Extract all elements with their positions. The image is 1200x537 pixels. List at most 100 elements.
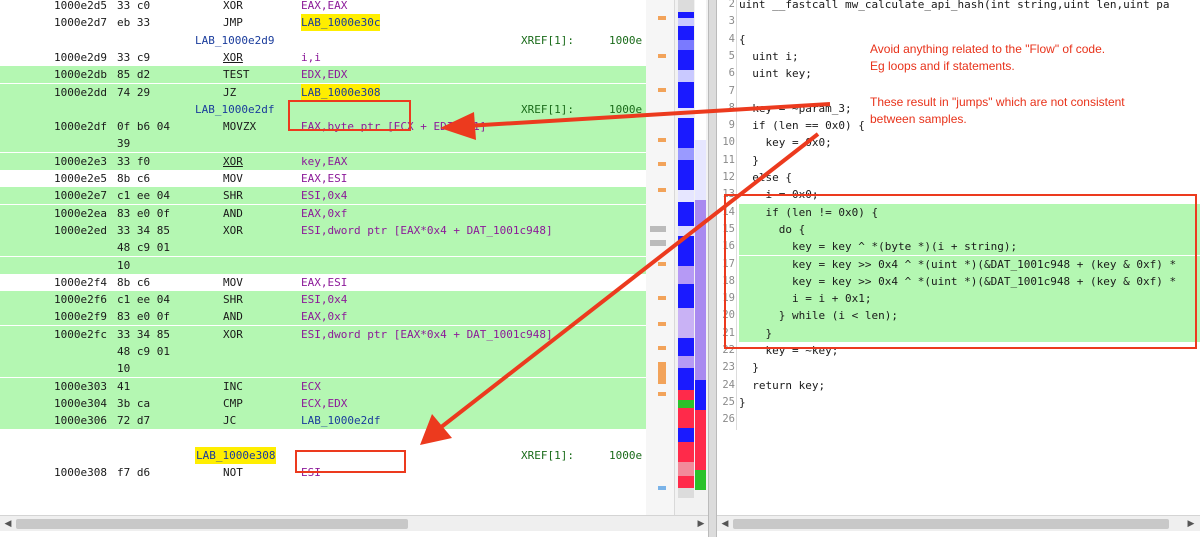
scrollbar-thumb[interactable] <box>16 519 408 529</box>
scroll-right-arrow-icon[interactable]: ▶ <box>696 518 706 530</box>
address: 1000e2fc <box>54 327 107 341</box>
mnemonic: MOV <box>223 275 243 289</box>
overview-segment <box>678 18 694 26</box>
label[interactable]: LAB_1000e2d9 <box>195 32 274 49</box>
instruction-bytes: 74 29 <box>117 85 151 99</box>
code-line[interactable]: } <box>739 394 1200 411</box>
mnemonic: AND <box>223 206 243 220</box>
instruction-bytes: 33 34 85 <box>117 223 170 237</box>
code-line[interactable]: else { <box>739 169 1200 186</box>
code-line[interactable]: return key; <box>739 377 1200 394</box>
instruction-bytes: 8b c6 <box>117 172 151 185</box>
code-line[interactable]: uint __fastcall mw_calculate_api_hash(in… <box>739 0 1200 13</box>
listing-row[interactable]: 10 <box>0 256 646 274</box>
code-line[interactable]: } <box>739 359 1200 376</box>
address: 1000e306 <box>54 414 107 428</box>
listing-row[interactable]: 1000e2dd 74 29 JZ LAB_1000e308 <box>0 83 646 101</box>
scroll-right-arrow-icon[interactable]: ▶ <box>1186 518 1196 530</box>
mnemonic: JZ <box>223 85 237 99</box>
scrollbar-thumb[interactable] <box>733 519 1169 529</box>
listing-row[interactable] <box>0 430 646 447</box>
listing-row[interactable]: 1000e2f6 c1 ee 04 SHR ESI,0x4 <box>0 291 646 309</box>
operand: EAX,ESI <box>301 172 348 185</box>
listing-row[interactable]: 1000e306 72 d7 JC LAB_1000e2df <box>0 412 646 430</box>
listing-row[interactable]: 10 <box>0 360 646 378</box>
address: 1000e2dd <box>54 85 107 99</box>
scroll-left-arrow-icon[interactable]: ◀ <box>3 518 13 530</box>
line-number: 4 <box>728 32 735 45</box>
overview-bar[interactable] <box>674 0 708 515</box>
listing-row[interactable]: 1000e303 41 INC ECX <box>0 377 646 395</box>
instruction-bytes: 48 c9 01 <box>117 241 170 255</box>
decompiler-horizontal-scrollbar[interactable]: ◀ ▶ <box>717 515 1200 531</box>
overview-segment <box>678 390 694 400</box>
line-number: 6 <box>728 67 735 80</box>
listing-row[interactable]: 1000e2e3 33 f0 XOR key,EAX <box>0 152 646 170</box>
overview-segment <box>678 190 694 202</box>
annotation-box-jc-target <box>295 450 406 473</box>
annotation-note-line: Eg loops and if statements. <box>870 59 1015 73</box>
instruction-bytes: 10 <box>117 258 131 272</box>
listing-horizontal-scrollbar[interactable]: ◀ ▶ <box>0 515 708 531</box>
listing-row[interactable]: 1000e2e5 8b c6 MOV EAX,ESI <box>0 170 646 187</box>
overview-segment <box>678 442 694 462</box>
listing-row[interactable]: 1000e2f9 83 e0 0f AND EAX,0xf <box>0 308 646 326</box>
overview-segment <box>695 410 706 470</box>
operand: EAX,0xf <box>301 310 348 324</box>
code-line[interactable]: if (len == 0x0) { <box>739 117 1200 134</box>
listing-row[interactable]: 1000e2db 85 d2 TEST EDX,EDX <box>0 66 646 84</box>
overview-segment <box>678 400 694 408</box>
listing-row[interactable]: 1000e2d9 33 c9 XOR i,i <box>0 49 646 66</box>
marker-margin[interactable] <box>646 0 674 515</box>
operand: ESI,dword ptr [EAX*0x4 + DAT_1001c948] <box>301 223 553 237</box>
overview-segment <box>678 108 694 118</box>
listing-row[interactable]: 1000e2e7 c1 ee 04 SHR ESI,0x4 <box>0 187 646 205</box>
overview-segment <box>695 380 706 410</box>
overview-segment <box>695 200 706 380</box>
xref-address: 1000e <box>609 33 643 47</box>
instruction-bytes: 72 d7 <box>117 414 151 428</box>
label[interactable]: LAB_1000e308 <box>195 446 277 464</box>
code-line[interactable]: } <box>739 152 1200 169</box>
overview-segment <box>678 308 694 338</box>
overview-segment <box>678 148 694 160</box>
code-line[interactable] <box>739 13 1200 30</box>
listing-label-row[interactable]: LAB_1000e2d9 XREF[1]: 1000e <box>0 32 646 49</box>
address: 1000e2e5 <box>54 172 107 185</box>
label[interactable]: LAB_1000e2df <box>195 101 274 118</box>
mnemonic: AND <box>223 310 243 324</box>
address: 1000e2f9 <box>54 310 107 324</box>
listing-row[interactable]: 1000e304 3b ca CMP ECX,EDX <box>0 394 646 412</box>
overview-segment <box>678 284 694 308</box>
mnemonic: XOR <box>223 327 243 341</box>
listing-row[interactable]: 1000e2ea 83 e0 0f AND EAX,0xf <box>0 204 646 222</box>
overview-segment <box>678 356 694 368</box>
listing-row[interactable]: 1000e2fc 33 34 85 XOR ESI,dword ptr [EAX*0x… <box>0 325 646 343</box>
overview-segment <box>678 476 694 488</box>
instruction-bytes: 33 f0 <box>117 154 151 168</box>
code-line[interactable] <box>739 411 1200 428</box>
listing-pane[interactable]: 1000e2d5 33 c0 XOR EAX,EAX 1000e2d7 eb 33 JMP L… <box>0 0 646 515</box>
pane-splitter[interactable] <box>708 0 717 537</box>
instruction-bytes: eb 33 <box>117 16 151 30</box>
line-number: 12 <box>722 171 735 183</box>
operand: ECX <box>301 379 321 393</box>
instruction-bytes: 41 <box>117 379 131 393</box>
scroll-left-arrow-icon[interactable]: ◀ <box>720 518 730 530</box>
listing-row[interactable]: 1000e2ed 33 34 85 XOR ESI,dword ptr [EAX*0x… <box>0 221 646 239</box>
overview-segment <box>678 118 694 148</box>
overview-segment <box>678 408 694 428</box>
annotation-note-line: between samples. <box>870 112 967 126</box>
listing-row[interactable]: 1000e2f4 8b c6 MOV EAX,ESI <box>0 274 646 291</box>
listing-row[interactable]: 48 c9 01 <box>0 343 646 360</box>
overview-segment <box>678 70 694 82</box>
mnemonic: XOR <box>223 0 243 12</box>
mnemonic: MOV <box>223 172 243 185</box>
listing-row[interactable]: 39 <box>0 135 646 153</box>
listing-row[interactable]: 48 c9 01 <box>0 239 646 257</box>
listing-row[interactable]: 1000e2d7 eb 33 JMP LAB_1000e30c <box>0 14 646 32</box>
overview-segment <box>678 40 694 50</box>
mnemonic: SHR <box>223 189 243 203</box>
listing-row[interactable]: 1000e2d5 33 c0 XOR EAX,EAX <box>0 0 646 14</box>
code-line[interactable]: key = 0x0; <box>739 134 1200 151</box>
